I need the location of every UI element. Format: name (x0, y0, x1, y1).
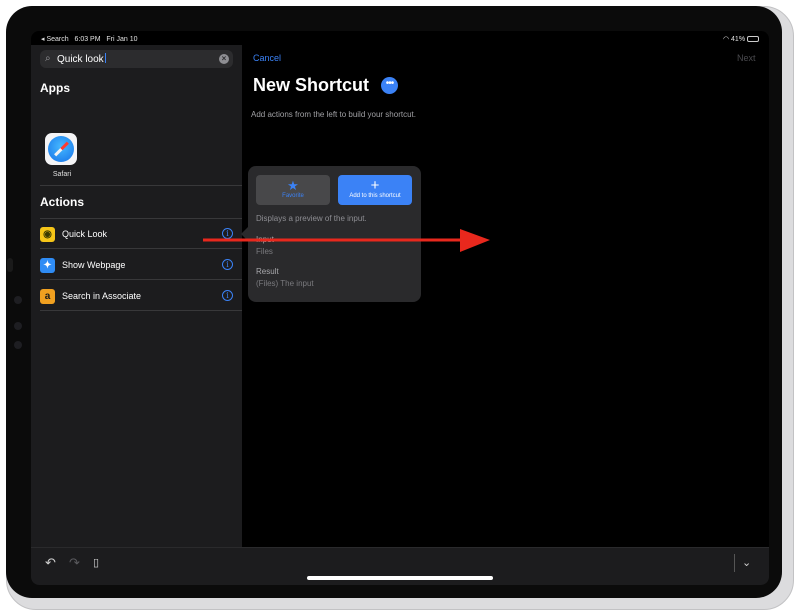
annotation-arrow-head (460, 229, 490, 252)
annotation-arrow (203, 229, 490, 252)
